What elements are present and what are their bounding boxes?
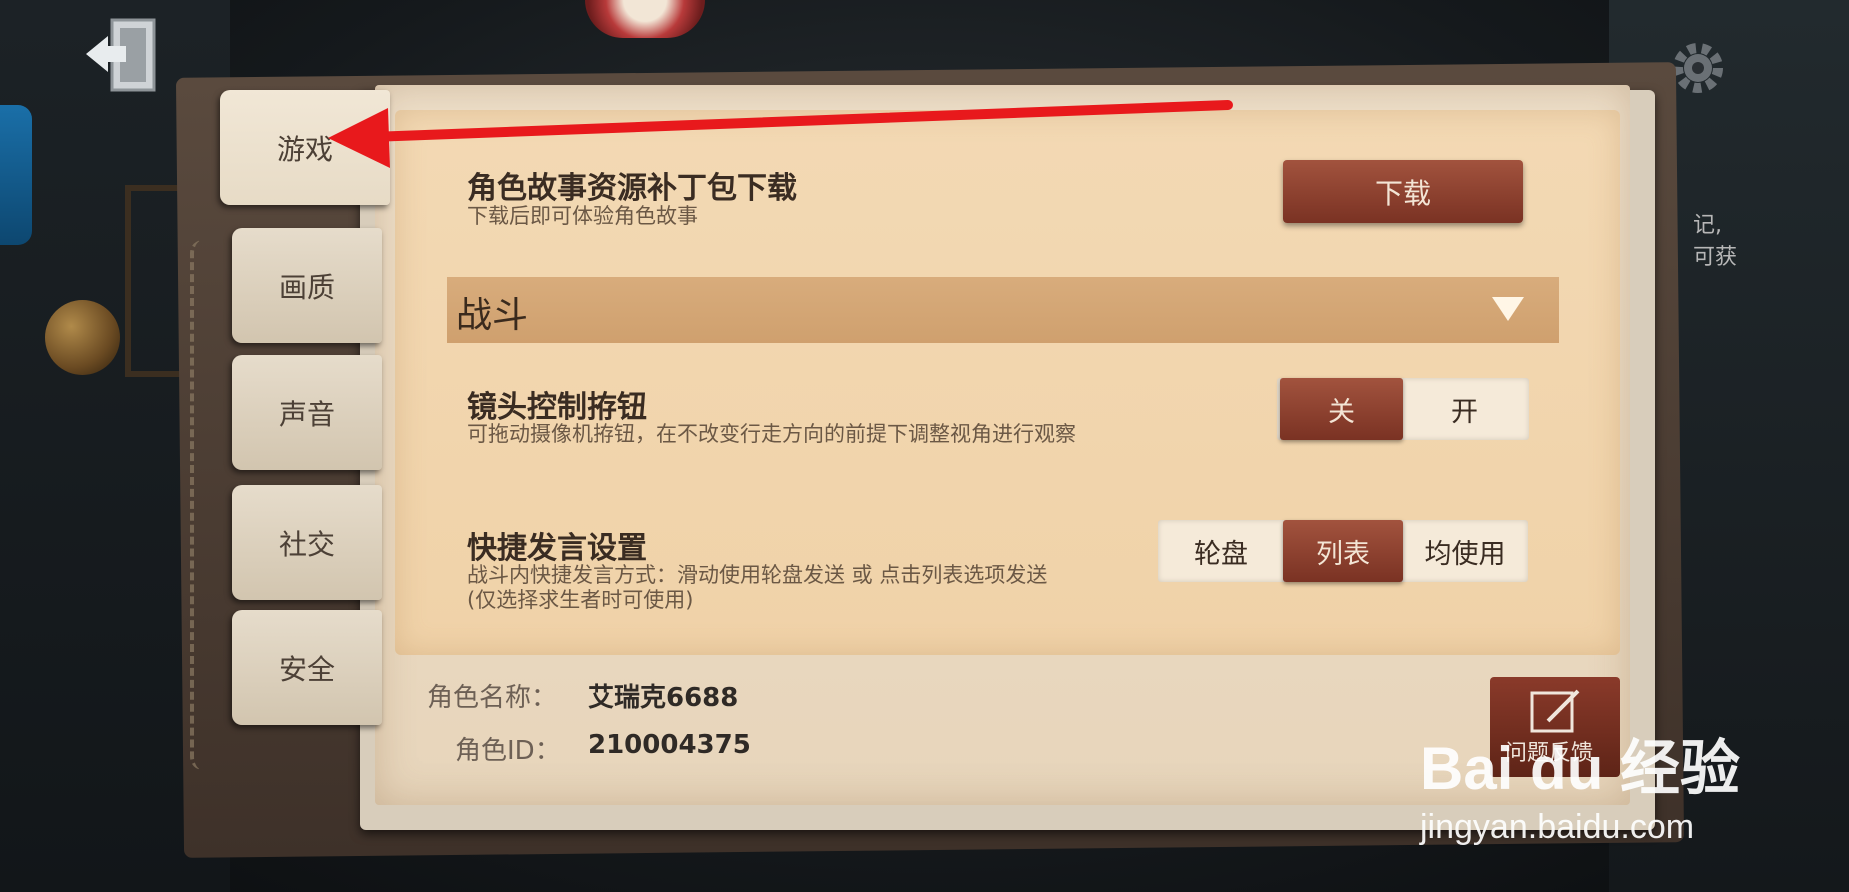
annotation-arrow xyxy=(328,100,1233,168)
